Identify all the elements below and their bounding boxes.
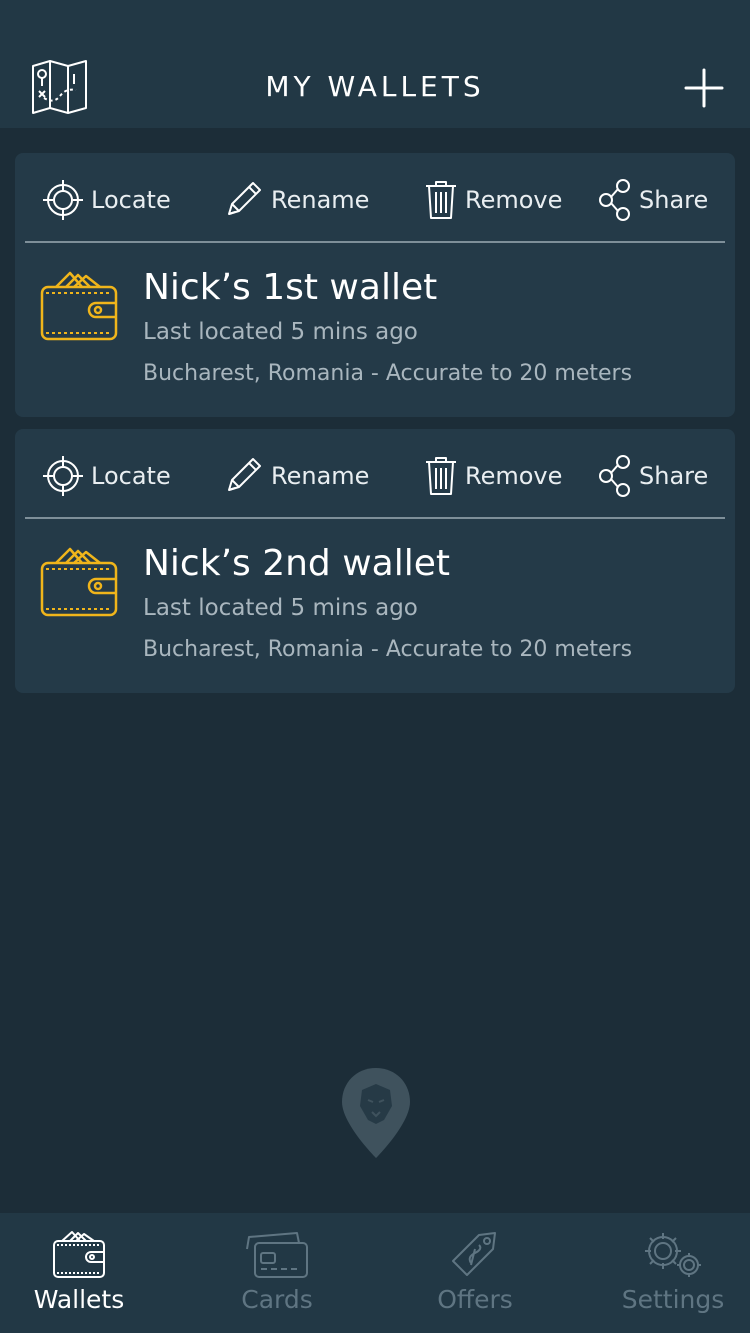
tab-wallets[interactable]: Wallets xyxy=(0,1213,158,1333)
plus-icon[interactable] xyxy=(682,66,726,110)
share-button[interactable]: Share xyxy=(597,453,708,499)
tab-offers[interactable]: Offers xyxy=(396,1213,554,1333)
location-text: Bucharest, Romania - Accurate to 20 mete… xyxy=(143,361,633,386)
locate-label: Locate xyxy=(91,186,171,214)
rename-label: Rename xyxy=(271,186,370,214)
wallet-icon xyxy=(40,267,118,345)
gear-icon xyxy=(641,1229,705,1285)
pencil-icon xyxy=(228,182,261,215)
location-text: Bucharest, Romania - Accurate to 20 mete… xyxy=(143,637,633,662)
locate-button[interactable]: Locate xyxy=(41,177,171,223)
rename-button[interactable]: Rename xyxy=(221,177,369,223)
tab-settings[interactable]: Settings xyxy=(592,1213,750,1333)
wallet-icon xyxy=(52,1229,106,1283)
share-icon xyxy=(599,179,630,221)
share-label: Share xyxy=(639,186,709,214)
last-located-text: Last located 5 mins ago xyxy=(143,595,418,621)
trash-icon xyxy=(426,181,456,219)
top-bar: MY WALLETS xyxy=(0,0,750,128)
share-label: Share xyxy=(639,462,709,490)
remove-label: Remove xyxy=(465,462,563,490)
tag-icon xyxy=(449,1229,501,1283)
share-button[interactable]: Share xyxy=(597,177,708,223)
tab-label: Offers xyxy=(437,1285,513,1314)
tab-label: Wallets xyxy=(33,1285,125,1314)
remove-button[interactable]: Remove xyxy=(423,453,562,499)
tab-bar: Wallets Cards Offers Settings xyxy=(0,1213,750,1333)
wallet-card[interactable]: Locate Rename Remove Share xyxy=(15,429,735,693)
wallet-name: Nick’s 1st wallet xyxy=(143,267,438,308)
crosshair-icon xyxy=(43,180,83,220)
crosshair-icon xyxy=(43,456,83,496)
rename-label: Rename xyxy=(271,462,370,490)
page-title: MY WALLETS xyxy=(265,70,485,103)
card-icon xyxy=(245,1229,309,1283)
share-icon xyxy=(599,455,630,497)
wallet-actions: Locate Rename Remove Share xyxy=(25,429,725,519)
tab-cards[interactable]: Cards xyxy=(198,1213,356,1333)
locate-label: Locate xyxy=(91,462,171,490)
pencil-icon xyxy=(228,458,261,491)
lion-pin-logo-icon xyxy=(340,1066,412,1160)
locate-button[interactable]: Locate xyxy=(41,453,171,499)
wallet-icon xyxy=(40,543,118,621)
wallet-card[interactable]: Locate Rename Remove Share xyxy=(15,153,735,417)
tab-label: Settings xyxy=(621,1285,725,1314)
last-located-text: Last located 5 mins ago xyxy=(143,319,418,345)
remove-label: Remove xyxy=(465,186,563,214)
rename-button[interactable]: Rename xyxy=(221,453,369,499)
remove-button[interactable]: Remove xyxy=(423,177,562,223)
trash-icon xyxy=(426,457,456,495)
wallet-actions: Locate Rename Remove Share xyxy=(25,153,725,243)
tab-label: Cards xyxy=(241,1285,313,1314)
wallet-name: Nick’s 2nd wallet xyxy=(143,543,451,584)
